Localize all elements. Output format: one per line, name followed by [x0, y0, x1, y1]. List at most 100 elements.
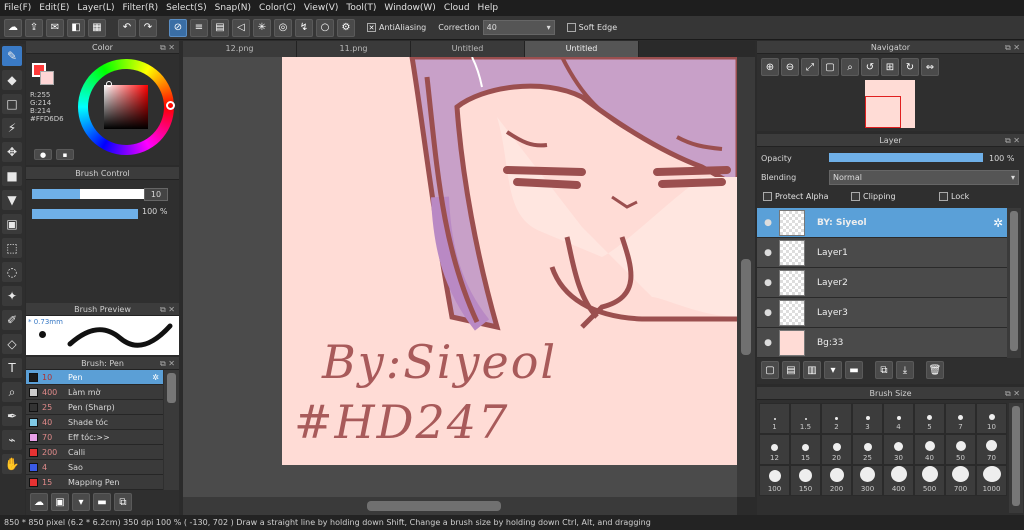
brush-list-item[interactable]: 70 Eff tóc:>>: [26, 430, 163, 445]
zoom-in-icon[interactable]: ⊕: [761, 58, 779, 76]
menu-item-5[interactable]: Snap(N): [215, 3, 259, 13]
delete-layer-icon[interactable]: 🗑: [926, 361, 944, 379]
correction-select[interactable]: 40 ▾: [482, 20, 555, 35]
eyedropper-tool-icon[interactable]: ✒: [2, 406, 22, 426]
panel-float-icon[interactable]: ⧉ ✕: [1005, 41, 1020, 54]
select-pen-tool-icon[interactable]: ✐: [2, 310, 22, 330]
export-icon[interactable]: ⇪: [25, 18, 43, 37]
sv-marker[interactable]: [106, 81, 112, 87]
brush-opacity-slider[interactable]: [32, 209, 138, 219]
folder-icon[interactable]: ▬: [93, 493, 111, 511]
canvas-horizontal-scrollbar[interactable]: [183, 497, 737, 515]
brush-size-cell[interactable]: 12: [759, 434, 790, 465]
lasso-tool-icon[interactable]: ◌: [2, 262, 22, 282]
folder-icon[interactable]: ▬: [845, 361, 863, 379]
saturation-square[interactable]: [104, 85, 148, 129]
visibility-icon[interactable]: ●: [757, 218, 779, 228]
menu-item-1[interactable]: Edit(E): [39, 3, 77, 13]
brush-size-cell[interactable]: 40: [914, 434, 945, 465]
brush-tool-icon[interactable]: ✎: [2, 46, 22, 66]
menu-item-10[interactable]: Cloud: [444, 3, 478, 13]
gear-icon[interactable]: ✲: [152, 373, 159, 382]
panel-float-icon[interactable]: ⧉ ✕: [160, 41, 175, 54]
rotate-right-icon[interactable]: ↻: [901, 58, 919, 76]
add-layer-8bit-icon[interactable]: ▤: [782, 361, 800, 379]
navigator-viewport[interactable]: [865, 96, 901, 128]
hand-tool-icon[interactable]: ✋: [2, 454, 22, 474]
wand-tool-icon[interactable]: ✦: [2, 286, 22, 306]
panel-float-icon[interactable]: ⧉ ✕: [160, 357, 175, 370]
brush-size-scrollbar[interactable]: [1009, 403, 1023, 513]
duplicate-layer-icon[interactable]: ⧉: [875, 361, 893, 379]
brush-size-cell[interactable]: 2: [821, 403, 852, 434]
brush-list-item[interactable]: 4 Sao: [26, 460, 163, 475]
brush-size-cell[interactable]: 150: [790, 465, 821, 496]
magic-wand-tool-icon[interactable]: ⚡: [2, 118, 22, 138]
menu-item-9[interactable]: Window(W): [384, 3, 443, 13]
move-tool-icon[interactable]: ✥: [2, 142, 22, 162]
eraser-tool-icon[interactable]: ◆: [2, 70, 22, 90]
add-layer-icon[interactable]: ▢: [761, 361, 779, 379]
brush-size-cell[interactable]: 500: [914, 465, 945, 496]
scroll-thumb[interactable]: [367, 501, 501, 511]
layer-row[interactable]: ● Layer3: [757, 298, 1007, 328]
gear-icon[interactable]: ✲: [993, 216, 1003, 230]
snap-parallel-icon[interactable]: ≡: [190, 18, 208, 37]
brush-size-cell[interactable]: 15: [790, 434, 821, 465]
redo-icon[interactable]: ↷: [139, 18, 157, 37]
brush-size-cell[interactable]: 200: [821, 465, 852, 496]
document-tab[interactable]: Untitled: [525, 41, 639, 57]
chat-icon[interactable]: ✉: [46, 18, 64, 37]
cloud-icon[interactable]: ☁: [4, 18, 22, 37]
brush-size-cell[interactable]: 5: [914, 403, 945, 434]
brush-size-cell[interactable]: 50: [945, 434, 976, 465]
color-mode-palette-icon[interactable]: ▪: [56, 149, 74, 160]
gradient-tool-icon[interactable]: ▣: [2, 214, 22, 234]
brush-size-cell[interactable]: 20: [821, 434, 852, 465]
brush-size-cell[interactable]: 70: [976, 434, 1007, 465]
antialiasing-checkbox[interactable]: ✕ AntiAliasing: [367, 23, 426, 32]
layer-row[interactable]: ● Bg:33: [757, 328, 1007, 358]
select-eraser-tool-icon[interactable]: ◇: [2, 334, 22, 354]
canvas-area[interactable]: By:Siyeol #HD247: [183, 57, 737, 497]
bucket-tool-icon[interactable]: ▼: [2, 190, 22, 210]
layer-row[interactable]: ● Layer2: [757, 268, 1007, 298]
menu-item-0[interactable]: File(F): [4, 3, 39, 13]
scroll-thumb[interactable]: [1010, 211, 1018, 351]
brush-size-cell[interactable]: 10: [976, 403, 1007, 434]
brush-list-item[interactable]: 200 Calli: [26, 445, 163, 460]
menu-item-11[interactable]: Help: [478, 3, 507, 13]
scroll-thumb[interactable]: [1012, 406, 1020, 506]
hue-marker[interactable]: [166, 101, 175, 110]
snap-curve-icon[interactable]: ↯: [295, 18, 313, 37]
brush-size-cell[interactable]: 25: [852, 434, 883, 465]
snap-settings-icon[interactable]: ⚙: [337, 18, 355, 37]
layer-list-scrollbar[interactable]: [1007, 208, 1021, 358]
visibility-icon[interactable]: ●: [757, 308, 779, 318]
brush-list-item[interactable]: 25 Pen (Sharp): [26, 400, 163, 415]
palette-icon[interactable]: ◧: [67, 18, 85, 37]
text-tool-icon[interactable]: T: [2, 358, 22, 378]
panel-float-icon[interactable]: ⧉ ✕: [1005, 134, 1020, 147]
visibility-icon[interactable]: ●: [757, 248, 779, 258]
brush-list-scrollbar[interactable]: [164, 370, 179, 490]
brush-size-cell[interactable]: 1000: [976, 465, 1007, 496]
brush-list-item[interactable]: 400 Làm mờ: [26, 385, 163, 400]
menu-item-2[interactable]: Layer(L): [77, 3, 122, 13]
brush-list-item[interactable]: 15 Mapping Pen: [26, 475, 163, 490]
scroll-thumb[interactable]: [741, 259, 751, 355]
snap-ellipse-icon[interactable]: ○: [316, 18, 334, 37]
reset-view-icon[interactable]: ⊞: [881, 58, 899, 76]
layer-opacity-slider[interactable]: [829, 153, 983, 162]
fill-rect-tool-icon[interactable]: ■: [2, 166, 22, 186]
brush-size-cell[interactable]: 7: [945, 403, 976, 434]
grid-icon[interactable]: ▦: [88, 18, 106, 37]
add-layer-menu-icon[interactable]: ▾: [824, 361, 842, 379]
brush-size-value[interactable]: 10: [144, 188, 168, 201]
brush-size-cell[interactable]: 4: [883, 403, 914, 434]
pipette-tool-icon[interactable]: ⌁: [2, 430, 22, 450]
brush-size-cell[interactable]: 3: [852, 403, 883, 434]
brush-size-cell[interactable]: 1: [759, 403, 790, 434]
document-tab[interactable]: 11.png: [297, 41, 411, 57]
layer-row[interactable]: ● Layer1: [757, 238, 1007, 268]
